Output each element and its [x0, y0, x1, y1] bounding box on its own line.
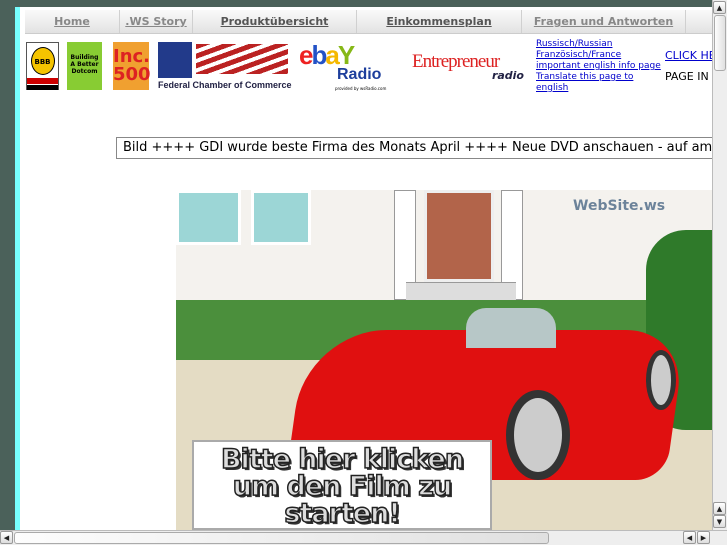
- cta-line: um den Film zu: [232, 471, 453, 502]
- scroll-up-button-lower[interactable]: ▲: [713, 502, 726, 515]
- federal-chamber-of-commerce-logo[interactable]: Federal Chamber of Commerce: [158, 42, 292, 90]
- scroll-left-button[interactable]: ◀: [0, 531, 13, 544]
- news-ticker[interactable]: Bild ++++ GDI wurde beste Firma des Mona…: [116, 137, 712, 159]
- horizontal-scroll-thumb[interactable]: [14, 532, 549, 544]
- car-wheel: [506, 390, 570, 480]
- nav-ws-story[interactable]: .WS Story: [120, 10, 193, 33]
- window: [176, 190, 241, 245]
- vertical-scroll-thumb[interactable]: [714, 15, 726, 71]
- fcc-text: Federal Chamber of Commerce: [158, 80, 292, 90]
- nav-einkommensplan[interactable]: Einkommensplan: [357, 10, 522, 33]
- horizontal-scrollbar[interactable]: ◀ ◀ ▶: [0, 530, 727, 545]
- page-in-text: PAGE IN N: [665, 70, 712, 83]
- link-russian[interactable]: Russisch/Russian: [536, 39, 661, 50]
- websitews-logo: WebSite.ws: [573, 198, 666, 214]
- top-navigation: Home .WS Story Produktübersicht Einkomme…: [25, 10, 712, 34]
- cta-line: starten!: [284, 498, 402, 529]
- scroll-right-button[interactable]: ▶: [697, 531, 710, 544]
- cta-line: Bitte hier klicken: [220, 444, 465, 475]
- window: [251, 190, 311, 245]
- car-wheel: [646, 350, 676, 410]
- entrepreneur-radio-logo[interactable]: Entrepreneur radio: [412, 52, 532, 82]
- video-banner[interactable]: WebSite.ws Bitte hier klicken um den Fil…: [176, 190, 712, 530]
- ebay-radio-logo[interactable]: ebaY Radio provided by wsRadio.com: [299, 42, 399, 94]
- language-links: Russisch/Russian Französisch/France impo…: [536, 39, 661, 94]
- ebay-radio-subtitle: provided by wsRadio.com: [335, 86, 387, 91]
- nav-produktuebersicht[interactable]: Produktübersicht: [193, 10, 357, 33]
- link-english-info[interactable]: important english info page: [536, 61, 661, 72]
- start-film-button[interactable]: Bitte hier klicken um den Film zu starte…: [192, 440, 492, 530]
- scroll-left-button-right[interactable]: ◀: [683, 531, 696, 544]
- scroll-down-button[interactable]: ▼: [713, 515, 726, 528]
- windshield: [466, 308, 556, 348]
- nav-home[interactable]: Home: [25, 10, 120, 33]
- door: [424, 190, 494, 282]
- building-better-dotcom-logo[interactable]: Building A Better Dotcom: [67, 42, 102, 90]
- scroll-up-button[interactable]: ▲: [713, 1, 726, 14]
- web-page: Home .WS Story Produktübersicht Einkomme…: [15, 7, 712, 530]
- vertical-scrollbar[interactable]: ▲ ▲ ▼: [712, 0, 727, 530]
- link-translate[interactable]: Translate this page to english: [536, 72, 636, 94]
- steps: [406, 282, 516, 302]
- nav-fragen-und-antworten[interactable]: Fragen und Antworten: [522, 10, 686, 33]
- inc500-logo[interactable]: Inc. 500: [113, 42, 151, 90]
- bbb-logo[interactable]: BBB: [26, 42, 59, 90]
- link-french[interactable]: Französisch/France: [536, 50, 661, 61]
- click-here-link[interactable]: CLICK HE: [665, 49, 712, 62]
